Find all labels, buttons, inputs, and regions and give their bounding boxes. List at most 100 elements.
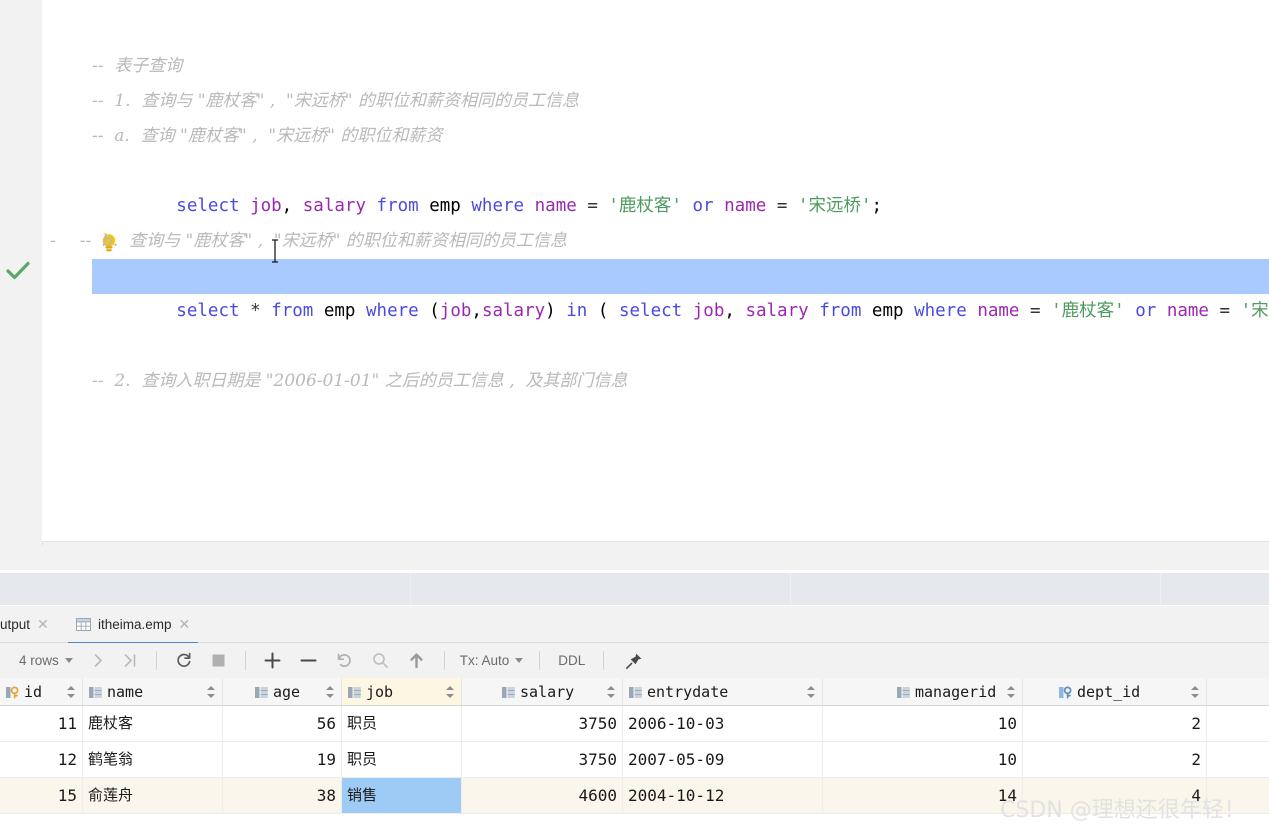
editor-gutter[interactable] <box>0 0 43 545</box>
undo-icon <box>338 653 352 667</box>
chevron-right-icon <box>94 654 103 667</box>
table-row[interactable]: 12 鹤笔翁 19 职员 3750 2007-05-09 10 2 <box>0 742 1269 778</box>
column-icon <box>502 685 515 698</box>
column-header-dept-id[interactable]: dept_id <box>1023 678 1207 705</box>
cell-name[interactable]: 俞莲舟 <box>83 778 223 813</box>
column-header-salary[interactable]: salary <box>462 678 623 705</box>
delete-row-button[interactable] <box>291 643 327 678</box>
toolbar-separator <box>443 651 445 670</box>
view-query-button[interactable] <box>363 643 399 678</box>
result-tab-bar: utput ✕ itheima.emp ✕ <box>0 606 1269 644</box>
cell-dept-id[interactable]: 2 <box>1023 706 1207 741</box>
cell-age[interactable]: 38 <box>223 778 342 813</box>
column-header-entrydate[interactable]: entrydate <box>623 678 823 705</box>
sql-statement-line-a[interactable]: select job, salary from emp where name =… <box>92 154 882 216</box>
column-icon <box>348 685 361 698</box>
close-icon[interactable]: ✕ <box>37 617 49 631</box>
column-header-id[interactable]: id <box>0 678 83 705</box>
idea-sql-editor-window: -- 表子查询 -- 1. 查询与 "鹿杖客" , "宋远桥" 的职位和薪资相同… <box>0 0 1269 832</box>
cell-managerid[interactable]: 10 <box>823 706 1023 741</box>
cell-dept-id[interactable]: 4 <box>1023 778 1207 813</box>
cell-name[interactable]: 鹤笔翁 <box>83 742 223 777</box>
tab-output[interactable]: utput ✕ <box>0 606 57 642</box>
cell-job-selected[interactable]: 销售 <box>342 778 462 813</box>
cell-entrydate[interactable]: 2004-10-12 <box>623 778 823 813</box>
close-icon[interactable]: ✕ <box>179 617 191 631</box>
column-icon <box>255 685 268 698</box>
kw-or: or <box>692 196 714 216</box>
add-row-button[interactable] <box>255 643 291 678</box>
cell-salary[interactable]: 4600 <box>462 778 623 813</box>
cell-managerid[interactable]: 10 <box>823 742 1023 777</box>
sql-statement-line-b-selected[interactable]: select * from emp where (job,salary) in … <box>92 259 1269 321</box>
column-header-name[interactable]: name <box>83 678 223 705</box>
column-header-name-label: name <box>107 682 144 701</box>
table-row-selected[interactable]: 15 俞莲舟 38 销售 4600 2004-10-12 14 4 <box>0 778 1269 814</box>
column-header-job[interactable]: job <box>342 678 462 705</box>
magnifier-icon <box>373 653 389 668</box>
column-icon <box>897 685 910 698</box>
panel-divider-strip <box>0 573 1269 605</box>
cell-age[interactable]: 56 <box>223 706 342 741</box>
toolbar-separator <box>603 651 605 670</box>
code-editor[interactable]: -- 表子查询 -- 1. 查询与 "鹿杖客" , "宋远桥" 的职位和薪资相同… <box>42 0 1269 542</box>
sort-icon[interactable] <box>1007 685 1016 699</box>
cell-job[interactable]: 职员 <box>342 706 462 741</box>
rows-count-dropdown[interactable]: 4 rows <box>19 643 73 678</box>
column-header-age[interactable]: age <box>223 678 342 705</box>
sort-icon[interactable] <box>446 685 455 699</box>
rows-count-label: 4 rows <box>19 653 59 668</box>
pin-tab-button[interactable] <box>617 643 651 678</box>
sort-icon[interactable] <box>807 685 816 699</box>
chevron-last-icon <box>124 654 136 667</box>
reload-button[interactable] <box>166 643 202 678</box>
kw-where: where <box>471 196 525 216</box>
sort-icon[interactable] <box>67 685 76 699</box>
next-page-button[interactable] <box>83 643 115 678</box>
table-row[interactable]: 11 鹿杖客 56 职员 3750 2006-10-03 10 2 <box>0 706 1269 742</box>
code-comment-line[interactable]: -- 2. 查询入职日期是 "2006-01-01" 之后的员工信息 , 及其部… <box>92 364 627 399</box>
tx-mode-dropdown[interactable]: Tx: Auto <box>460 643 524 678</box>
literal-string: '鹿杖客' <box>608 196 682 216</box>
cell-id[interactable]: 12 <box>0 742 83 777</box>
cell-managerid[interactable]: 14 <box>823 778 1023 813</box>
sort-icon[interactable] <box>1191 685 1200 699</box>
submit-button[interactable] <box>399 643 435 678</box>
cell-entrydate[interactable]: 2006-10-03 <box>623 706 823 741</box>
code-comment-line[interactable]: -- 1. 查询与 "鹿杖客" , "宋远桥" 的职位和薪资相同的员工信息 <box>92 84 579 119</box>
cell-name[interactable]: 鹿杖客 <box>83 706 223 741</box>
text-cursor-icon <box>271 239 280 263</box>
ddl-label: DDL <box>558 653 586 668</box>
ddl-button[interactable]: DDL <box>558 643 585 678</box>
code-comment-line[interactable]: -- a. 查询 "鹿杖客" , "宋远桥" 的职位和薪资 <box>92 119 442 154</box>
inspection-ok-check-icon[interactable] <box>5 258 31 284</box>
sort-icon[interactable] <box>607 685 616 699</box>
cell-job[interactable]: 职员 <box>342 742 462 777</box>
sort-icon[interactable] <box>207 685 216 699</box>
code-comment-line[interactable]: -- 表子查询 <box>92 49 182 84</box>
cell-age[interactable]: 19 <box>223 742 342 777</box>
stop-button[interactable] <box>202 643 236 678</box>
column-header-job-label: job <box>366 682 394 701</box>
column-icon <box>629 685 642 698</box>
column-header-managerid[interactable]: managerid <box>823 678 1023 705</box>
tab-itheima-emp[interactable]: itheima.emp ✕ <box>68 606 199 644</box>
minus-icon <box>300 659 317 662</box>
cell-entrydate[interactable]: 2007-05-09 <box>623 742 823 777</box>
cell-dept-id[interactable]: 2 <box>1023 742 1207 777</box>
kw-select: select <box>176 196 240 216</box>
column-icon <box>89 685 102 698</box>
chevron-down-icon <box>64 658 73 663</box>
revert-button[interactable] <box>327 643 363 678</box>
cell-id[interactable]: 11 <box>0 706 83 741</box>
code-comment-line[interactable]: - -- b. 查询与 "鹿杖客" , "宋远桥" 的职位和薪资相同的员工信息 <box>50 224 567 259</box>
cell-id[interactable]: 15 <box>0 778 83 813</box>
cell-salary[interactable]: 3750 <box>462 706 623 741</box>
cell-salary[interactable]: 3750 <box>462 742 623 777</box>
toolbar-separator <box>244 651 246 670</box>
sort-icon[interactable] <box>326 685 335 699</box>
last-page-button[interactable] <box>115 643 147 678</box>
result-data-grid[interactable]: id name age job salary entrydate manager… <box>0 678 1269 832</box>
column-header-id-label: id <box>24 682 43 701</box>
toolbar-separator <box>539 651 541 670</box>
